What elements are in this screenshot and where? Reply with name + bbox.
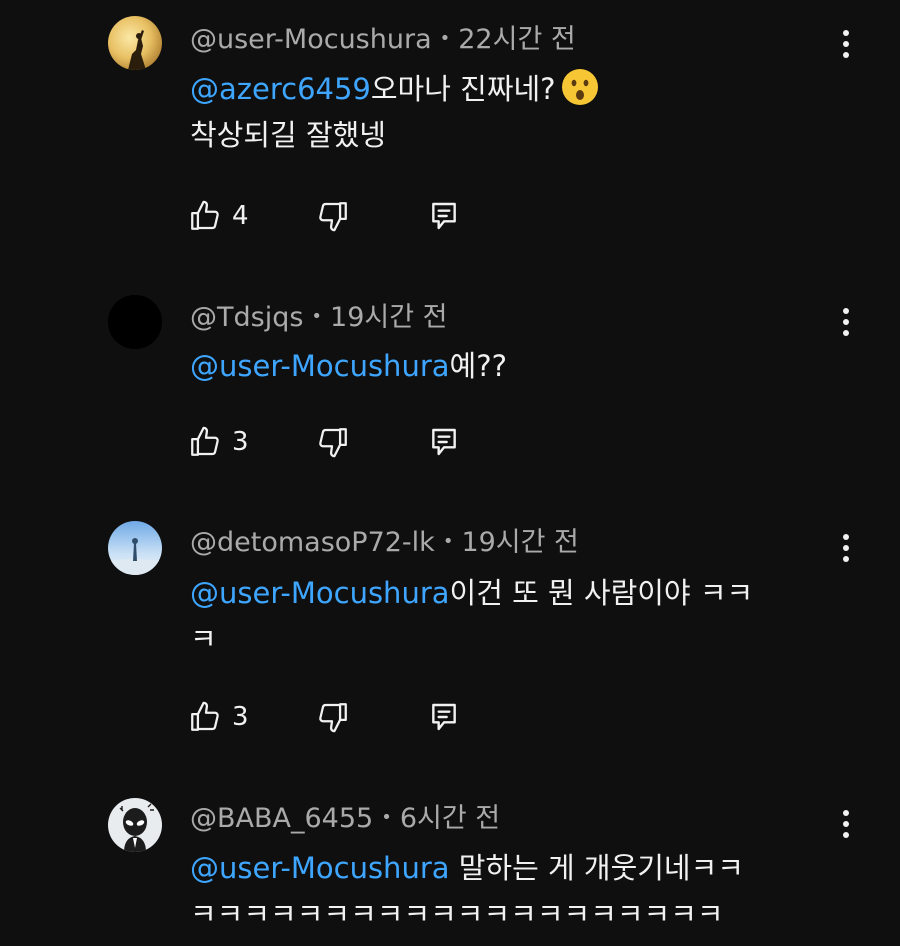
separator-dot: •: [442, 531, 454, 552]
comment-text: @user-Mocushura 말하는 게 개웃기네ㅋㅋ ㅋㅋㅋㅋㅋㅋㅋㅋㅋㅋㅋ…: [190, 845, 840, 937]
comment-text: @user-Mocushura이건 또 뭔 사람이야 ㅋㅋ ㅋ: [190, 570, 840, 662]
comment-time: 19시간 전: [330, 302, 448, 333]
like-count: 3: [232, 427, 249, 457]
like-count: 3: [232, 702, 249, 732]
comment-actions: 3: [188, 422, 488, 462]
avatar[interactable]: [108, 521, 162, 575]
thumbs-up-icon: [191, 426, 219, 456]
like-button[interactable]: 3: [188, 697, 249, 737]
more-vertical-icon[interactable]: [832, 528, 860, 568]
comment-text-span: 이건 또 뭔 사람이야 ㅋㅋ: [449, 576, 754, 610]
comment-header: @Tdsjqs • 19시간 전: [190, 300, 448, 335]
dislike-button[interactable]: [316, 196, 350, 236]
reply-button[interactable]: [428, 196, 460, 236]
comment-text-span: 예??: [449, 349, 507, 383]
mention-link[interactable]: @user-Mocushura: [190, 576, 450, 610]
more-vertical-icon[interactable]: [832, 302, 860, 342]
mention-link[interactable]: @user-Mocushura: [190, 851, 450, 885]
comment-text-line: @user-Mocushura 말하는 게 개웃기네ㅋㅋ: [190, 845, 840, 891]
comment-text-line: ㅋ: [190, 622, 217, 656]
reply-comment-icon: [432, 703, 456, 731]
comment-text-line: @azerc6459오마나 진짜네?: [190, 66, 840, 112]
avatar[interactable]: [108, 16, 162, 70]
like-count: 4: [232, 201, 249, 231]
avatar[interactable]: [108, 295, 162, 349]
comment-author[interactable]: @detomasoP72-lk: [190, 527, 435, 558]
like-button[interactable]: 4: [188, 196, 249, 236]
reply-comment-icon: [432, 202, 456, 230]
comment-time: 19시간 전: [461, 527, 579, 558]
comment-author[interactable]: @Tdsjqs: [190, 302, 303, 333]
thumbs-up-icon: [191, 200, 219, 230]
comment-header: @BABA_6455 • 6시간 전: [190, 801, 500, 836]
comment-author[interactable]: @BABA_6455: [190, 803, 373, 834]
comment-actions: 4: [188, 196, 488, 236]
more-vertical-icon[interactable]: [832, 804, 860, 844]
comment-time: 6시간 전: [399, 803, 501, 834]
astonished-face-emoji: [561, 69, 598, 105]
comment-text-line: @user-Mocushura예??: [190, 343, 840, 389]
reply-comment-icon: [432, 428, 456, 456]
mention-link[interactable]: @azerc6459: [190, 72, 371, 106]
comment-text-line: @user-Mocushura이건 또 뭔 사람이야 ㅋㅋ: [190, 570, 840, 616]
comment-text-span: 말하는 게 개웃기네ㅋㅋ: [449, 851, 744, 885]
comment-text: @user-Mocushura예??: [190, 343, 840, 389]
more-vertical-icon[interactable]: [832, 24, 860, 64]
dislike-button[interactable]: [316, 697, 350, 737]
comment-time: 22시간 전: [458, 24, 576, 55]
comment-text-line: 착상되길 잘했넹: [190, 118, 386, 152]
separator-dot: •: [311, 306, 323, 327]
thumbs-down-icon: [319, 202, 347, 232]
comment-text: @azerc6459오마나 진짜네? 착상되길 잘했넹: [190, 66, 840, 158]
comment-header: @detomasoP72-lk • 19시간 전: [190, 525, 579, 560]
like-button[interactable]: 3: [188, 422, 249, 462]
comment-header: @user-Mocushura • 22시간 전: [190, 22, 576, 57]
comment-text-span: 오마나 진짜네?: [370, 72, 556, 106]
separator-dot: •: [439, 28, 451, 49]
mention-link[interactable]: @user-Mocushura: [190, 349, 450, 383]
reply-button[interactable]: [428, 422, 460, 462]
reply-button[interactable]: [428, 697, 460, 737]
separator-dot: •: [381, 807, 392, 828]
comment-author[interactable]: @user-Mocushura: [190, 24, 432, 55]
comment-actions: 3: [188, 697, 488, 737]
comment-text-line: ㅋㅋㅋㅋㅋㅋㅋㅋㅋㅋㅋㅋㅋㅋㅋㅋㅋㅋㅋㅋ: [190, 897, 724, 931]
dislike-button[interactable]: [316, 422, 350, 462]
thumbs-down-icon: [319, 703, 347, 733]
thumbs-down-icon: [319, 428, 347, 458]
thumbs-up-icon: [191, 701, 219, 731]
avatar[interactable]: [108, 798, 162, 852]
